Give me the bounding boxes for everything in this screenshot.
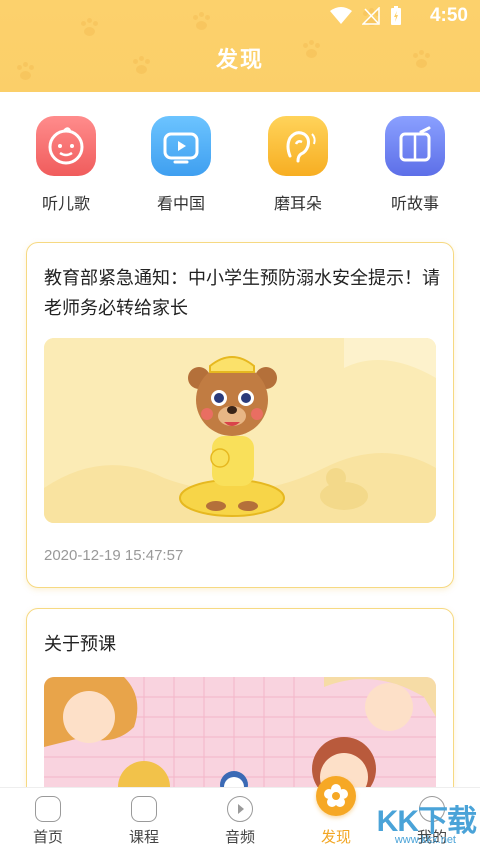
status-time: 4:50	[429, 5, 468, 26]
category-ear-training[interactable]: 磨耳朵	[258, 116, 338, 214]
category-listen-songs[interactable]: 听儿歌	[26, 116, 106, 214]
category-label: 磨耳朵	[273, 196, 322, 213]
article-title: 教育部紧急通知：中小学生预防溺水安全提示！请老师务必转给家长	[44, 268, 440, 318]
no-signal-icon	[362, 7, 380, 25]
course-icon	[131, 796, 157, 822]
tv-play-icon	[151, 116, 211, 176]
nav-label: 音频	[224, 829, 255, 846]
wifi-icon	[330, 7, 352, 24]
nav-audio[interactable]: 音频	[192, 788, 288, 854]
discover-flower-icon[interactable]	[316, 776, 356, 816]
article-timestamp: 2020-12-19 15:47:57	[44, 547, 184, 564]
header-bar: 4:50 发现	[0, 0, 480, 92]
nav-label: 发现	[320, 829, 351, 846]
nav-home[interactable]: 首页	[0, 788, 96, 854]
article-image	[44, 338, 436, 523]
category-label: 听儿歌	[41, 196, 90, 213]
battery-charging-icon	[391, 6, 401, 25]
ear-icon	[268, 116, 328, 176]
article-image	[44, 677, 436, 797]
baby-face-icon	[36, 116, 96, 176]
book-icon	[385, 116, 445, 176]
category-row: 听儿歌 看中国 磨耳朵 听故事	[0, 116, 480, 216]
nav-course[interactable]: 课程	[96, 788, 192, 854]
watermark-url: www.kkx.net	[394, 834, 456, 846]
status-icons	[330, 6, 402, 26]
category-label: 听故事	[390, 196, 439, 213]
article-card[interactable]: 教育部紧急通知：中小学生预防溺水安全提示！请老师务必转给家长 2020-12-1…	[26, 242, 454, 588]
home-icon	[35, 796, 61, 822]
nav-label: 首页	[32, 829, 63, 846]
article-title: 关于预课	[44, 634, 116, 654]
status-bar: 4:50	[0, 0, 480, 32]
audio-play-icon	[227, 796, 253, 822]
category-watch-china[interactable]: 看中国	[141, 116, 221, 214]
category-listen-stories[interactable]: 听故事	[375, 116, 455, 214]
category-label: 看中国	[156, 196, 205, 213]
nav-label: 课程	[128, 829, 159, 846]
page-title: 发现	[215, 47, 264, 72]
